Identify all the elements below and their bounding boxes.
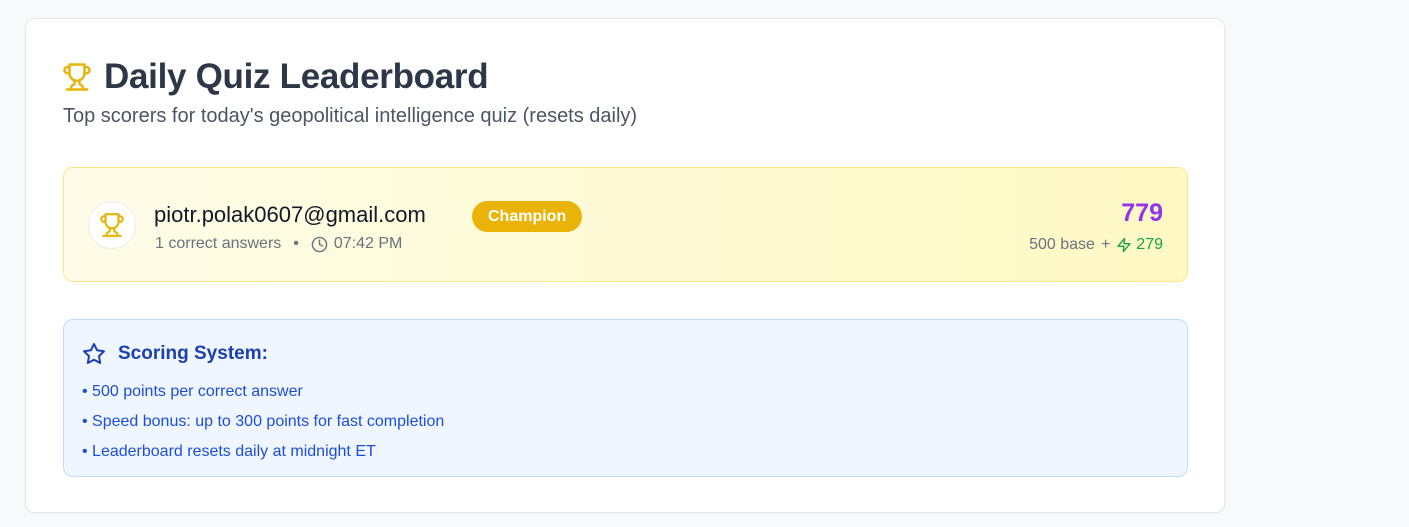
page-header: Daily Quiz Leaderboard [62,57,489,97]
plus-sign: + [1100,236,1111,253]
scoring-system-panel: Scoring System: 500 points per correct a… [63,319,1188,477]
score-breakdown: 500 base + 279 [1029,236,1163,254]
champion-badge: Champion [472,201,583,232]
leaderboard-card: Daily Quiz Leaderboard Top scorers for t… [25,18,1225,513]
rule-item: Leaderboard resets daily at midnight ET [82,437,444,467]
leaderboard-entry[interactable]: piotr.polak0607@gmail.com Champion 1 cor… [63,167,1188,282]
scoring-title: Scoring System: [118,343,268,364]
trophy-icon [100,213,124,237]
clock-icon [311,236,328,253]
base-score: 500 base [1029,236,1095,253]
correct-answers: 1 correct answers [155,235,282,252]
scoring-header: Scoring System: [82,342,268,366]
trophy-icon [62,62,92,92]
scoring-rules: 500 points per correct answer Speed bonu… [82,377,444,467]
lightning-icon [1117,237,1131,253]
rule-item: 500 points per correct answer [82,377,444,407]
meta-separator: • [293,235,299,252]
rule-item: Speed bonus: up to 300 points for fast c… [82,407,444,437]
player-email: piotr.polak0607@gmail.com [154,202,426,227]
page-title: Daily Quiz Leaderboard [104,57,489,96]
bonus-value: 279 [1136,236,1163,253]
rank-avatar [88,201,136,249]
completion-time: 07:42 PM [333,235,403,252]
star-icon [83,343,105,365]
speed-bonus: 279 [1116,236,1163,254]
entry-meta: 1 correct answers • 07:42 PM [155,235,402,253]
page-subtitle: Top scorers for today's geopolitical int… [63,105,638,127]
total-score: 779 [1121,199,1163,227]
